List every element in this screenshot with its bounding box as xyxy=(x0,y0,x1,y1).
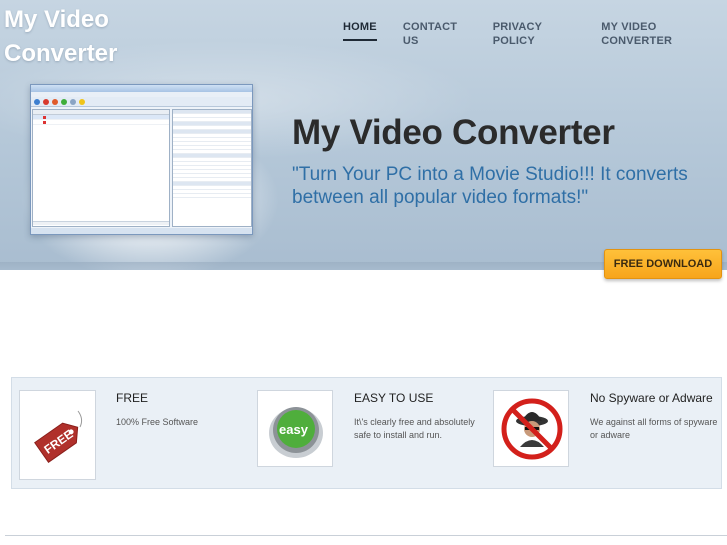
app-screenshot xyxy=(30,84,253,235)
nav-contact-label: CONTACT US xyxy=(402,21,458,47)
no-spyware-icon xyxy=(493,390,569,467)
options-icon xyxy=(79,98,85,105)
free-download-button[interactable]: FREE DOWNLOAD xyxy=(604,249,722,279)
footer-divider xyxy=(5,535,727,536)
feature-free-text: 100% Free Software xyxy=(116,417,199,427)
nav-home-label: HOME xyxy=(343,21,377,41)
start-icon xyxy=(61,98,67,105)
feature-free-title: FREE xyxy=(116,391,149,405)
nav-converter-label: MY VIDEO CONVERTER xyxy=(601,21,673,47)
free-tag-icon: FREE xyxy=(19,390,96,480)
app-scrollbar xyxy=(33,221,169,225)
app-toolbar xyxy=(31,97,252,107)
nav-privacy-label: PRIVACY POLICY xyxy=(492,21,542,47)
nav-contact-us[interactable]: CONTACT US xyxy=(390,20,480,48)
app-list-row xyxy=(33,120,169,125)
app-titlebar xyxy=(31,85,252,92)
add-icon xyxy=(34,98,40,105)
feature-easy-text: It\'s clearly free and absolutely safe t… xyxy=(354,417,475,440)
nav-my-video-converter[interactable]: MY VIDEO CONVERTER xyxy=(588,20,727,48)
features-strip: FREE FREE 100% Free Software easy EASY T… xyxy=(11,377,722,489)
hero-title: My Video Converter xyxy=(292,113,615,152)
easy-button-icon: easy xyxy=(257,390,333,467)
hero-tagline: "Turn Your PC into a Movie Studio!!! It … xyxy=(292,164,688,208)
app-file-list xyxy=(32,109,170,227)
app-properties-panel xyxy=(172,109,252,227)
feature-no-spyware-title: No Spyware or Adware xyxy=(590,391,713,405)
svg-text:easy: easy xyxy=(279,422,309,437)
remove-icon xyxy=(43,98,49,105)
nav-privacy-policy[interactable]: PRIVACY POLICY xyxy=(480,20,589,48)
site-logo[interactable]: My Video Converter xyxy=(4,3,144,71)
clear-icon xyxy=(52,98,58,105)
app-statusbar xyxy=(31,228,252,234)
nav-home[interactable]: HOME xyxy=(330,20,390,48)
stop-icon xyxy=(70,98,76,105)
main-nav: HOME CONTACT US PRIVACY POLICY MY VIDEO … xyxy=(330,20,727,48)
feature-easy-title: EASY TO USE xyxy=(354,391,434,405)
feature-no-spyware-text: We against all forms of spyware or adwar… xyxy=(590,417,718,440)
